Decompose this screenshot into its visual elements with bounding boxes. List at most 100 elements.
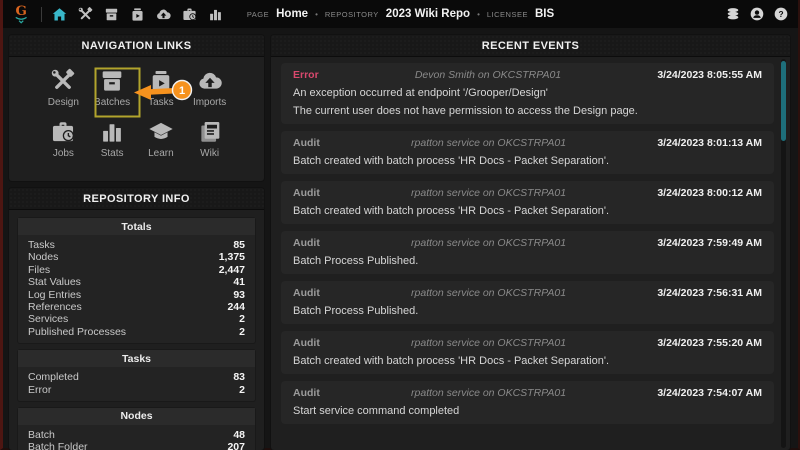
- event-user: rpatton service on OKCSTRPA01: [411, 187, 567, 199]
- repo-stat-row: Nodes 1,375: [28, 251, 245, 263]
- events-scrollbar-track[interactable]: [781, 59, 786, 448]
- repository-info-body: Totals Tasks 85 Nodes 1,375 Files 2,447 Stat Va…: [9, 210, 264, 450]
- logo-letter: G: [15, 3, 26, 19]
- repo-stat-value: 2: [239, 383, 245, 396]
- event-timestamp: 3/24/2023 7:54:07 AM: [657, 387, 762, 399]
- account-icon[interactable]: [749, 6, 765, 22]
- event-card: Error Devon Smith on OKCSTRPA01 3/24/2023 …: [281, 63, 774, 124]
- home-icon[interactable]: [51, 6, 68, 23]
- events-list: Error Devon Smith on OKCSTRPA01 3/24/2023 …: [281, 63, 774, 424]
- event-message: Batch created with batch process 'HR Doc…: [293, 355, 610, 367]
- event-user: rpatton service on OKCSTRPA01: [411, 137, 567, 149]
- design-icon[interactable]: [77, 6, 94, 23]
- repo-stat-row: References 244: [28, 301, 245, 313]
- event-message: Batch Process Published.: [293, 255, 419, 267]
- batches-icon[interactable]: [103, 6, 120, 23]
- event-user: rpatton service on OKCSTRPA01: [411, 287, 567, 299]
- stats-icon[interactable]: [207, 6, 224, 23]
- repo-stat-row: Batch 48: [28, 429, 245, 441]
- event-message: Batch created with batch process 'HR Doc…: [293, 205, 610, 217]
- event-type: Audit: [293, 187, 320, 199]
- grooper-logo[interactable]: G: [12, 2, 32, 26]
- repo-stat-row: Error 2: [28, 384, 245, 396]
- repo-section-title: Totals: [18, 218, 255, 235]
- repo-section-rows: Tasks 85 Nodes 1,375 Files 2,447 Stat Values 41…: [18, 235, 255, 343]
- nav-item-label: Design: [47, 97, 79, 108]
- repo-stat-value: 2,447: [218, 263, 245, 276]
- repo-stat-value: 1,375: [218, 251, 245, 264]
- event-user: rpatton service on OKCSTRPA01: [411, 237, 567, 249]
- imports-icon[interactable]: [155, 6, 172, 23]
- repo-stat-row: Log Entries 93: [28, 289, 245, 301]
- nav-item-jobs[interactable]: Jobs: [39, 118, 88, 159]
- repo-stat-value: 2: [239, 325, 245, 338]
- event-card: Audit rpatton service on OKCSTRPA01 3/24/2…: [281, 381, 774, 424]
- repo-section-nodes: Nodes Batch 48 Batch Folder 207: [18, 407, 255, 450]
- stats-icon: [98, 118, 126, 146]
- event-user: rpatton service on OKCSTRPA01: [411, 337, 567, 349]
- nav-item-label: Stats: [100, 148, 124, 159]
- nav-item-label: Jobs: [52, 148, 74, 159]
- repo-stat-label: Services: [28, 313, 69, 326]
- nav-item-tasks[interactable]: Tasks: [137, 67, 186, 108]
- repo-stat-value: 207: [227, 441, 245, 450]
- nav-item-wiki[interactable]: Wiki: [185, 118, 234, 159]
- repo-section-rows: Completed 83 Error 2: [18, 367, 255, 401]
- event-user: Devon Smith on OKCSTRPA01: [414, 69, 562, 81]
- event-card: Audit rpatton service on OKCSTRPA01 3/24/2…: [281, 331, 774, 374]
- tasks-icon: [147, 67, 175, 95]
- repo-stat-value: 93: [233, 288, 245, 301]
- repo-stat-row: Completed 83: [28, 371, 245, 383]
- repo-stat-row: Stat Values 41: [28, 276, 245, 288]
- repo-stat-label: Published Processes: [28, 325, 127, 338]
- repo-section-totals: Totals Tasks 85 Nodes 1,375 Files 2,447 Stat Va…: [18, 218, 255, 344]
- repo-stat-label: Files: [28, 263, 51, 276]
- navigation-links-title: NAVIGATION LINKS: [9, 35, 264, 57]
- wiki-icon: [196, 118, 224, 146]
- repo-section-rows: Batch 48 Batch Folder 207: [18, 425, 255, 450]
- divider: [41, 6, 42, 22]
- nav-item-batches[interactable]: Batches: [88, 67, 137, 108]
- event-timestamp: 3/24/2023 8:00:12 AM: [657, 187, 762, 199]
- top-bar: G PAGE Home • REPOSITORY 2023 Wiki Repo …: [3, 0, 798, 28]
- breadcrumb-repo-value: 2023 Wiki Repo: [385, 8, 471, 20]
- repo-stat-label: Error: [28, 383, 52, 396]
- event-timestamp: 3/24/2023 8:01:13 AM: [657, 137, 762, 149]
- jobs-icon: [49, 118, 77, 146]
- event-type: Error: [293, 69, 319, 81]
- jobs-icon[interactable]: [181, 6, 198, 23]
- recent-events-panel: RECENT EVENTS Error Devon Smith on OKCSTR…: [271, 35, 790, 450]
- events-scrollbar-thumb[interactable]: [781, 61, 786, 141]
- repo-stat-label: Completed: [28, 371, 79, 384]
- nav-item-stats[interactable]: Stats: [88, 118, 137, 159]
- repo-stat-value: 83: [233, 371, 245, 384]
- nav-item-learn[interactable]: Learn: [137, 118, 186, 159]
- breadcrumb-separator: •: [477, 10, 480, 19]
- svg-text:?: ?: [778, 9, 783, 19]
- breadcrumb-licensee-label: LICENSEE: [486, 10, 528, 19]
- repo-stat-label: Tasks: [28, 239, 55, 251]
- repo-stat-value: 48: [233, 428, 245, 441]
- repo-stat-row: Services 2: [28, 313, 245, 325]
- event-card: Audit rpatton service on OKCSTRPA01 3/24/2…: [281, 231, 774, 274]
- repo-stat-label: Nodes: [28, 251, 59, 264]
- main-content: NAVIGATION LINKS Design Batches Tasks Impor…: [3, 28, 798, 450]
- breadcrumb-licensee-value: BIS: [534, 8, 555, 20]
- nav-item-label: Tasks: [148, 97, 174, 108]
- event-card: Audit rpatton service on OKCSTRPA01 3/24/2…: [281, 181, 774, 224]
- nav-item-design[interactable]: Design: [39, 67, 88, 108]
- event-message: Batch created with batch process 'HR Doc…: [293, 155, 610, 167]
- nav-item-label: Learn: [148, 148, 174, 159]
- repo-stat-value: 2: [239, 313, 245, 326]
- tasks-icon[interactable]: [129, 6, 146, 23]
- repo-stat-value: 85: [233, 239, 245, 251]
- event-card: Audit rpatton service on OKCSTRPA01 3/24/2…: [281, 281, 774, 324]
- repo-stat-row: Tasks 85: [28, 239, 245, 251]
- event-timestamp: 3/24/2023 7:59:49 AM: [657, 237, 762, 249]
- repo-stat-value: 244: [227, 300, 245, 313]
- database-icon[interactable]: [725, 6, 741, 22]
- repo-stat-label: Stat Values: [28, 276, 81, 289]
- event-message: Batch Process Published.: [293, 305, 419, 317]
- help-icon[interactable]: ?: [773, 6, 789, 22]
- nav-item-imports[interactable]: Imports: [185, 67, 234, 108]
